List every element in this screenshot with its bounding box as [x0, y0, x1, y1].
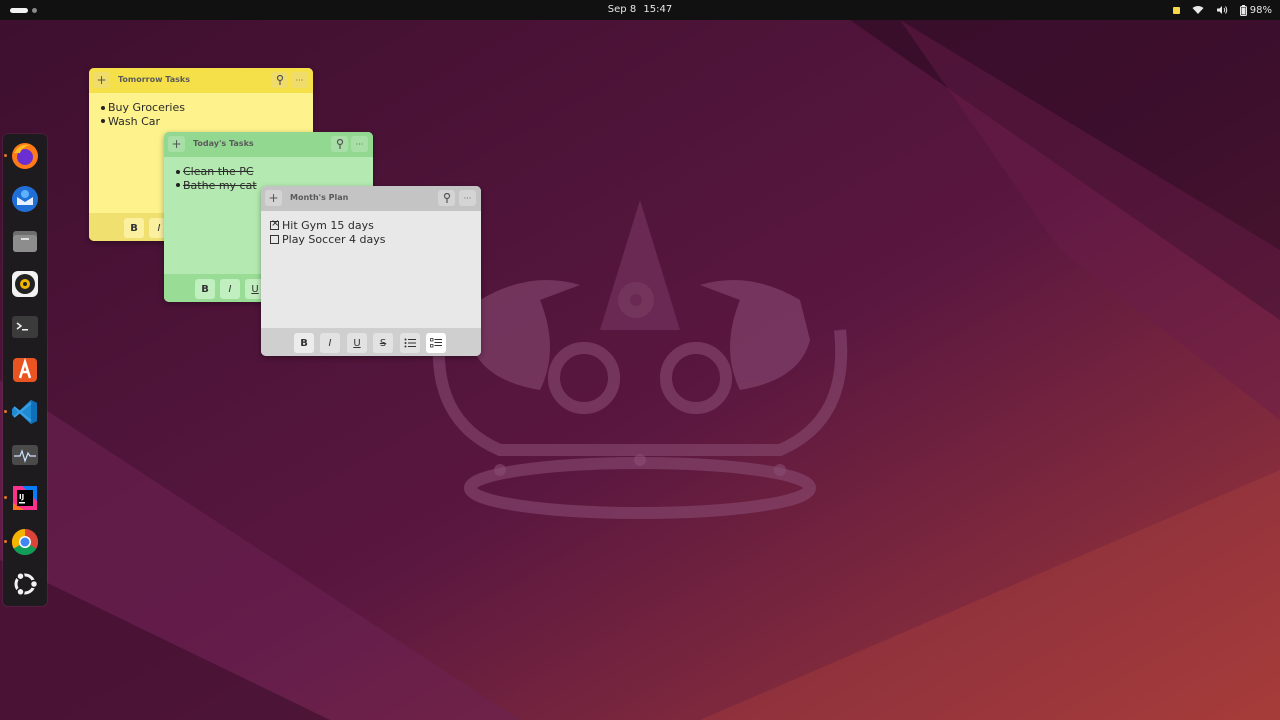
chrome-icon: [11, 528, 39, 556]
new-note-button[interactable]: +: [265, 190, 282, 206]
menu-button[interactable]: ···: [291, 72, 308, 88]
running-indicator: [4, 496, 7, 499]
system-tray[interactable]: 98%: [1172, 3, 1272, 17]
dock-item-firefox[interactable]: [4, 140, 41, 172]
wifi-icon: [1192, 6, 1204, 14]
dock-item-thunderbird[interactable]: [9, 183, 41, 215]
bullet-icon: [176, 169, 180, 174]
volume-icon: [1216, 6, 1228, 14]
dock-item-terminal[interactable]: [9, 311, 41, 343]
list-item-text: Clean the PC: [183, 165, 254, 178]
intellij-icon: IJ: [13, 486, 37, 510]
checklist-item-text: Hit Gym 15 days: [282, 219, 374, 232]
menu-button[interactable]: ···: [351, 136, 368, 152]
note-header[interactable]: + Month's Plan ···: [261, 186, 481, 211]
plus-icon: +: [96, 73, 107, 87]
dock-item-rhythmbox[interactable]: [9, 268, 41, 300]
plus-icon: +: [268, 191, 279, 205]
system-monitor-icon: [12, 445, 38, 465]
note-content[interactable]: Hit Gym 15 days Play Soccer 4 days: [270, 218, 386, 247]
running-indicator: [4, 154, 7, 157]
note-content[interactable]: Buy Groceries Wash Car: [101, 101, 185, 128]
plus-icon: +: [171, 137, 182, 151]
more-icon: ···: [295, 75, 304, 85]
format-toolbar: B I U S: [261, 328, 481, 356]
dock-item-show-apps[interactable]: [9, 568, 41, 600]
checklist-item-text: Play Soccer 4 days: [282, 232, 386, 246]
rhythmbox-icon: [12, 271, 38, 297]
list-item-text: Wash Car: [108, 114, 161, 128]
note-title: Month's Plan: [290, 193, 349, 202]
terminal-icon: [12, 316, 38, 338]
running-indicator: [4, 540, 7, 543]
list-item: Wash Car: [101, 115, 185, 129]
vscode-icon: [12, 400, 37, 424]
running-indicator: [4, 410, 7, 413]
list-item: Buy Groceries: [101, 101, 185, 115]
checkbox-checked[interactable]: [270, 218, 279, 231]
dock-item-chrome[interactable]: [4, 526, 41, 558]
checklist-item: Hit Gym 15 days: [270, 218, 386, 233]
ubuntu-logo-icon: [14, 571, 39, 597]
list-item-text: Bathe my cat: [183, 178, 257, 192]
note-content[interactable]: Clean the PC Bathe my cat: [176, 165, 257, 192]
dock-item-files[interactable]: [9, 225, 41, 257]
strikethrough-button[interactable]: S: [373, 333, 393, 353]
checklist-icon: [430, 338, 442, 348]
bold-button[interactable]: B: [195, 279, 215, 299]
bullet-list-button[interactable]: [400, 333, 420, 353]
dock-item-vscode[interactable]: [4, 396, 41, 428]
underline-button[interactable]: U: [347, 333, 367, 353]
pin-icon: [276, 75, 283, 85]
firefox-icon: [12, 143, 38, 169]
notes-indicator-icon[interactable]: [1172, 6, 1180, 14]
svg-text:IJ: IJ: [19, 493, 24, 501]
pin-button[interactable]: [271, 72, 288, 88]
pin-button[interactable]: [331, 136, 348, 152]
sticky-note-month[interactable]: + Month's Plan ··· Hit Gym 15 days Play …: [261, 186, 481, 356]
thunderbird-icon: [12, 186, 38, 212]
bold-button[interactable]: B: [124, 218, 144, 238]
bullet-icon: [101, 105, 105, 110]
clock-date: Sep 8: [607, 4, 637, 15]
note-title: Today's Tasks: [193, 139, 254, 148]
italic-button[interactable]: I: [220, 279, 240, 299]
more-icon: ···: [355, 139, 364, 149]
more-icon: ···: [463, 193, 472, 203]
bullet-icon: [176, 183, 180, 188]
pin-icon: [336, 139, 343, 149]
checklist-button[interactable]: [426, 333, 446, 353]
dock-item-system-monitor[interactable]: [9, 439, 41, 471]
pin-button[interactable]: [438, 190, 455, 206]
files-icon: [13, 231, 37, 252]
top-bar: Sep 8 15:47 98%: [0, 0, 1280, 20]
note-header[interactable]: + Tomorrow Tasks ···: [89, 68, 313, 93]
note-header[interactable]: + Today's Tasks ···: [164, 132, 373, 157]
dock-item-app-center[interactable]: [9, 354, 41, 386]
battery-percent: 98%: [1249, 4, 1272, 16]
checkbox-unchecked[interactable]: [270, 234, 279, 244]
italic-button[interactable]: I: [320, 333, 340, 353]
clock[interactable]: Sep 8 15:47: [0, 4, 1280, 15]
dock: IJ: [3, 134, 47, 606]
dock-item-intellij[interactable]: IJ: [4, 482, 41, 514]
menu-button[interactable]: ···: [459, 190, 476, 206]
pin-icon: [443, 193, 450, 203]
new-note-button[interactable]: +: [93, 72, 110, 88]
checklist-item: Play Soccer 4 days: [270, 233, 386, 247]
bold-button[interactable]: B: [294, 333, 314, 353]
list-item: Clean the PC: [176, 165, 257, 179]
app-center-icon: [13, 357, 37, 382]
bullet-list-icon: [404, 338, 416, 348]
battery-icon: [1239, 4, 1247, 16]
new-note-button[interactable]: +: [168, 136, 185, 152]
bullet-icon: [101, 119, 105, 124]
note-title: Tomorrow Tasks: [118, 75, 190, 84]
list-item-text: Buy Groceries: [108, 101, 185, 114]
list-item: Bathe my cat: [176, 179, 257, 193]
clock-time: 15:47: [643, 4, 673, 15]
